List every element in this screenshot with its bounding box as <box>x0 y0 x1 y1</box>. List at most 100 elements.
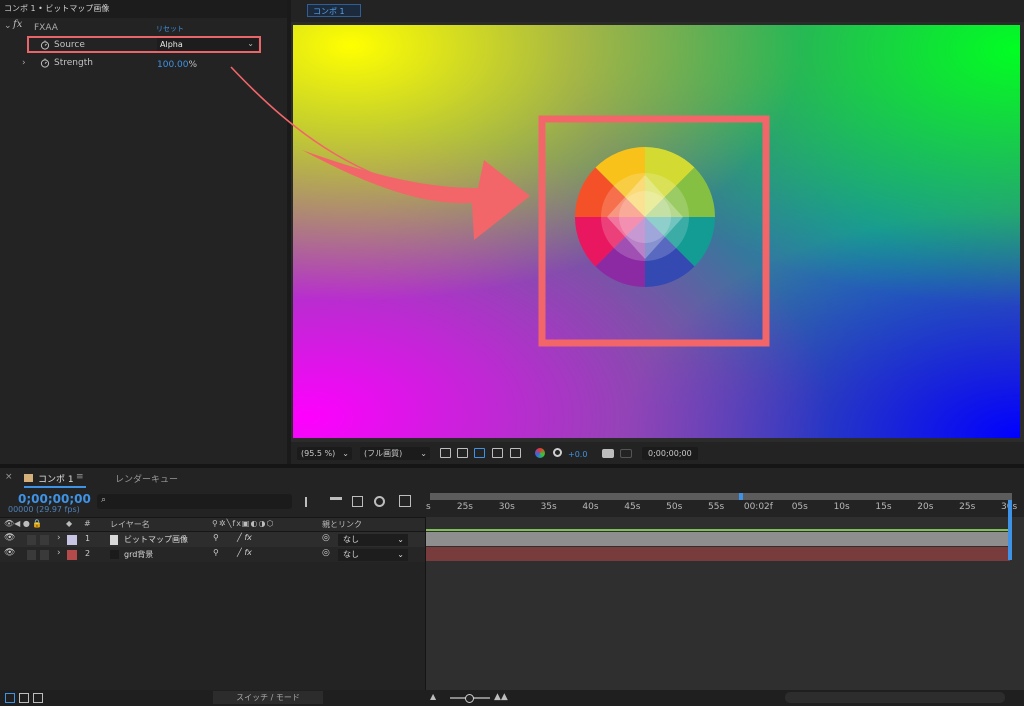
fast-preview-icon[interactable] <box>440 448 451 458</box>
ruler-tick-label: 25s <box>456 502 473 512</box>
ruler-tick-label: 05s <box>791 502 808 512</box>
frame-info: 00000 (29.97 fps) <box>8 505 80 514</box>
effect-switch-icon[interactable]: ╱ fx <box>237 548 252 557</box>
shy-icon[interactable]: ⚲ <box>213 533 219 542</box>
exposure-value[interactable]: +0.0 <box>568 450 587 459</box>
comp-flowchart-icon[interactable] <box>305 497 319 507</box>
ruler-tick-label: 00:02f <box>743 502 773 512</box>
eye-icon[interactable]: 👁 <box>4 548 15 558</box>
file-icon <box>110 535 118 545</box>
solo-toggle[interactable] <box>27 550 36 560</box>
current-time[interactable]: 0;00;00;00 <box>18 492 91 506</box>
ruler-tick-label: 15s <box>875 502 892 512</box>
pickwhip-icon[interactable]: ◎ <box>322 533 330 543</box>
graph-editor-icon[interactable] <box>399 495 411 507</box>
transfer-controls-icon[interactable] <box>19 693 29 703</box>
draft-3d-icon[interactable] <box>330 497 342 507</box>
chevron-down-icon: ⌄ <box>397 535 404 544</box>
column-number[interactable]: # <box>84 519 91 528</box>
layer-name[interactable]: grd背景 <box>124 549 153 560</box>
layer-search-input[interactable]: ⌕ <box>97 494 292 509</box>
layer-track-marker <box>426 529 1010 531</box>
parent-dropdown[interactable]: なし ⌄ <box>338 549 408 561</box>
zoom-in-icon[interactable]: ▲▲ <box>494 692 508 702</box>
switches-icons[interactable]: ⚲✲╲fx▣◐◑⬡ <box>212 519 274 528</box>
chevron-down-icon: ⌄ <box>397 550 404 559</box>
timeline-scrollbar[interactable] <box>785 692 1005 703</box>
lock-toggle[interactable] <box>40 535 49 545</box>
ruler-tick-label: 20s <box>917 502 934 512</box>
tab-timeline-comp[interactable]: コンポ 1 <box>38 472 74 485</box>
zoom-value: (95.5 %) <box>301 449 336 458</box>
ruler-tick-label: 50s <box>666 502 683 512</box>
mask-path-icon[interactable] <box>474 448 485 458</box>
layer-row[interactable]: 👁 › 2 grd背景 ⚲ ╱ fx ◎ なし ⌄ <box>0 547 425 562</box>
parent-value: なし <box>343 550 359 559</box>
pickwhip-icon[interactable]: ◎ <box>322 548 330 558</box>
show-snapshot-icon[interactable] <box>620 449 632 458</box>
motion-blur-icon[interactable] <box>374 496 385 507</box>
ruler-tick-label: 40s <box>582 502 599 512</box>
ruler-tick-label: 10s <box>833 502 850 512</box>
solid-layer-icon <box>110 550 119 559</box>
parent-dropdown[interactable]: なし ⌄ <box>338 534 408 546</box>
lock-toggle[interactable] <box>40 550 49 560</box>
resolution-value: (フル画質) <box>364 449 403 458</box>
close-icon[interactable]: × <box>5 472 13 482</box>
zoom-dropdown[interactable]: (95.5 %) ⌄ <box>297 447 352 460</box>
ruler-tick-label: 55s <box>708 502 725 512</box>
timeline-splitter[interactable] <box>425 517 426 690</box>
expand-arrow-icon[interactable]: › <box>57 548 61 558</box>
search-icon: ⌕ <box>101 495 107 505</box>
layer-duration-bar[interactable] <box>426 532 1010 546</box>
layer-color-swatch[interactable] <box>67 550 77 560</box>
guides-icon[interactable] <box>510 448 521 458</box>
eye-icon[interactable]: 👁 <box>4 533 15 543</box>
time-ruler[interactable] <box>426 500 1024 516</box>
column-layer-name[interactable]: レイヤー名 <box>110 519 150 530</box>
layer-column-header: 👁◀ ● 🔒 ◆ # レイヤー名 ⚲✲╲fx▣◐◑⬡ 親とリンク <box>0 517 425 532</box>
region-of-interest-icon[interactable] <box>492 448 503 458</box>
transparency-grid-icon[interactable] <box>457 448 468 458</box>
resolution-dropdown[interactable]: (フル画質) ⌄ <box>360 447 430 460</box>
ruler-tick-label: 30s <box>498 502 515 512</box>
in-out-icon[interactable] <box>33 693 43 703</box>
viewer-timecode[interactable]: 0;00;00;00 <box>642 447 698 460</box>
panel-menu-icon[interactable]: ≡ <box>76 472 84 482</box>
composition-icon <box>24 474 33 482</box>
column-parent[interactable]: 親とリンク <box>322 519 362 530</box>
layer-number: 1 <box>85 534 91 543</box>
switch-mode-toggle[interactable]: スイッチ / モード <box>213 691 323 704</box>
work-area-bar[interactable] <box>430 493 1012 500</box>
color-channel-icon[interactable] <box>535 448 545 458</box>
parent-value: なし <box>343 535 359 544</box>
chevron-down-icon: ⌄ <box>420 449 427 458</box>
active-tab-indicator <box>24 486 86 488</box>
label-tag-icon[interactable]: ◆ <box>66 519 72 528</box>
layer-duration-bar[interactable] <box>426 547 1010 561</box>
av-switch-icons[interactable]: 👁◀ ● 🔒 <box>4 519 42 528</box>
expand-arrow-icon[interactable]: › <box>57 533 61 543</box>
zoom-slider-thumb[interactable] <box>465 694 474 703</box>
frame-blending-icon[interactable] <box>352 496 363 507</box>
layer-list-empty-area[interactable] <box>0 562 425 690</box>
ruler-tick-label: 45s <box>624 502 641 512</box>
ruler-tick-label: 35s <box>540 502 557 512</box>
layer-row[interactable]: 👁 › 1 ビットマップ画像 ⚲ ╱ fx ◎ なし ⌄ <box>0 532 425 547</box>
layer-number: 2 <box>85 549 91 558</box>
layer-switches-icon[interactable] <box>5 693 15 703</box>
zoom-out-icon[interactable]: ▲ <box>430 692 436 701</box>
shy-icon[interactable]: ⚲ <box>213 548 219 557</box>
camera-snapshot-icon[interactable] <box>602 449 614 458</box>
solo-toggle[interactable] <box>27 535 36 545</box>
ruler-tick-label: 25s <box>959 502 976 512</box>
exposure-reset-icon[interactable] <box>553 448 562 457</box>
work-area-marker[interactable] <box>739 493 743 500</box>
playhead[interactable] <box>1008 500 1012 560</box>
tab-render-queue[interactable]: レンダーキュー <box>115 472 178 485</box>
layer-name[interactable]: ビットマップ画像 <box>124 534 188 545</box>
ruler-tick-label: s <box>426 502 431 512</box>
chevron-down-icon: ⌄ <box>342 449 349 458</box>
layer-color-swatch[interactable] <box>67 535 77 545</box>
effect-switch-icon[interactable]: ╱ fx <box>237 533 252 542</box>
